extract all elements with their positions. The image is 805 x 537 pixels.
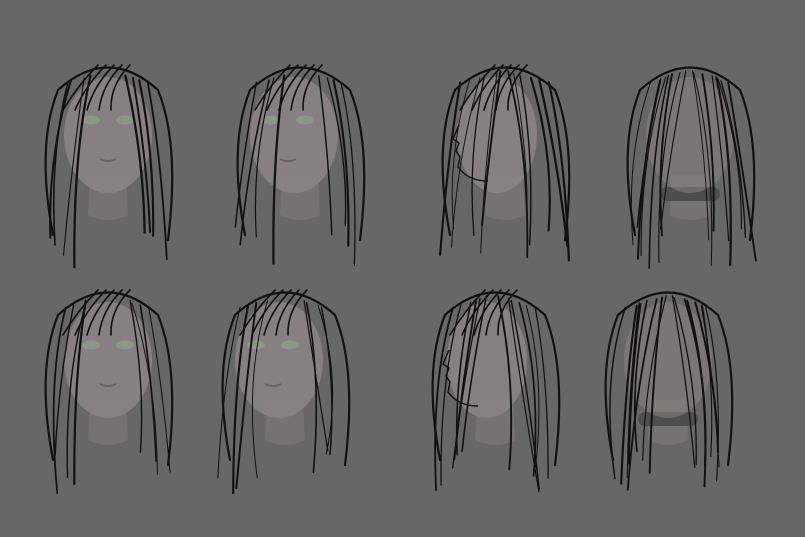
- right-eye: [116, 115, 134, 125]
- right-eye: [281, 340, 299, 350]
- right-eye: [296, 115, 314, 125]
- left-eye: [82, 115, 100, 125]
- hair-study-sheet: [0, 0, 805, 537]
- left-eye: [82, 340, 100, 350]
- right-eye: [116, 340, 134, 350]
